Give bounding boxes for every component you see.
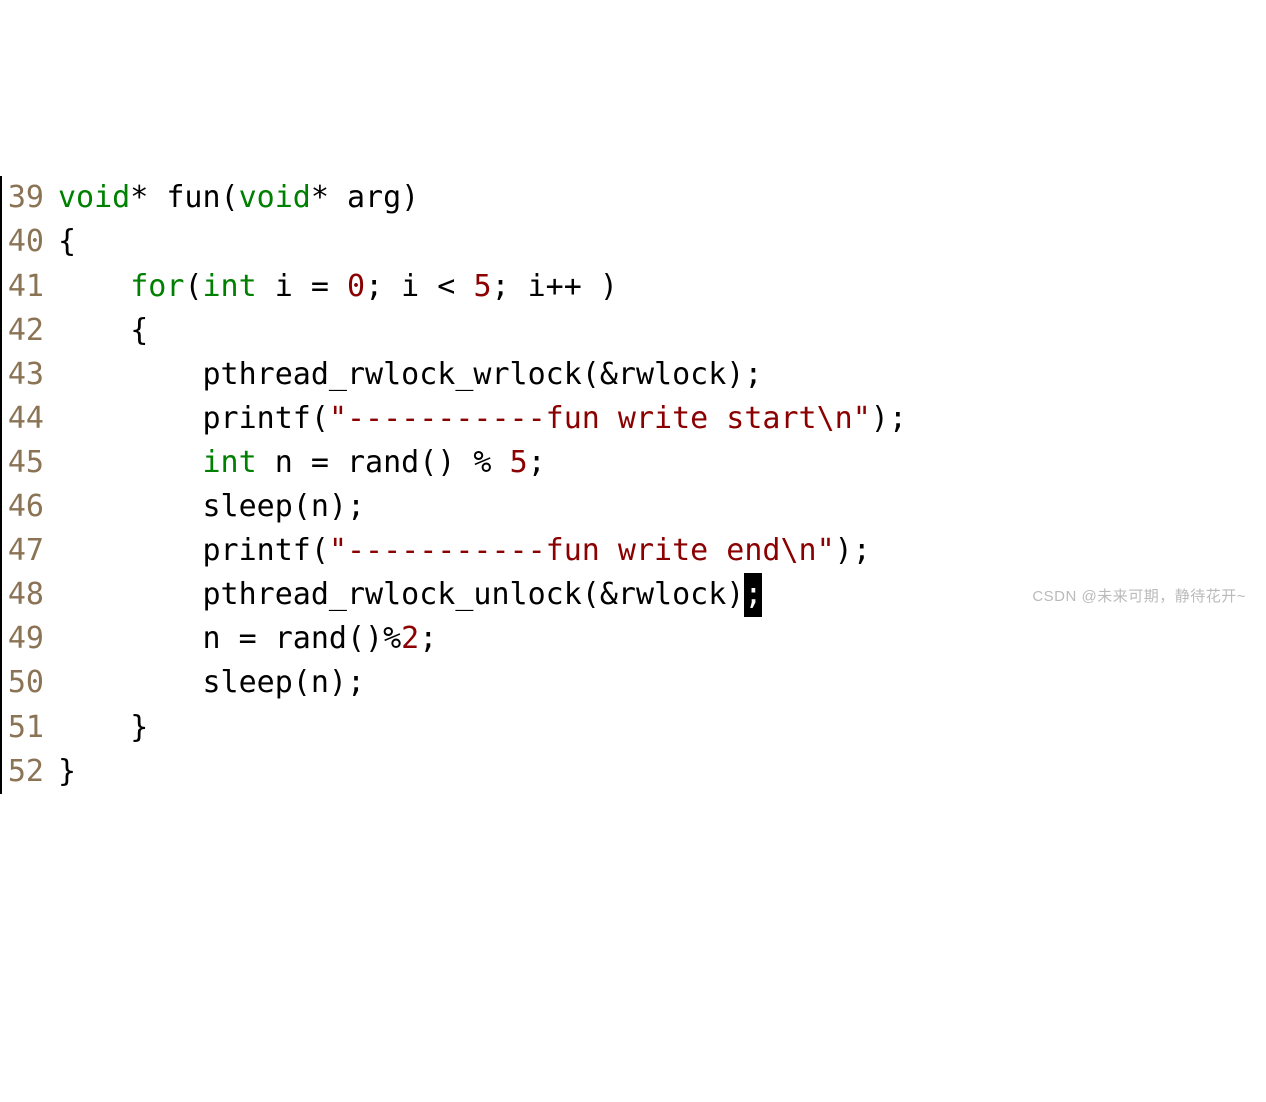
token-esc: \n [817,401,853,436]
token-num: 5 [473,269,491,304]
token-type: int [203,445,257,480]
code-content: n = rand()%2; [58,617,1266,661]
token-plain: sleep(n); [58,665,365,700]
code-line: 40{ [4,220,1266,264]
token-type: void [58,180,130,215]
code-content: printf("-----------fun write end\n"); [58,529,1266,573]
line-number: 39 [4,176,58,220]
code-line: 50 sleep(n); [4,661,1266,705]
token-plain: n = rand()% [58,621,401,656]
token-plain: pthread_rwlock_unlock(&rwlock) [58,577,744,612]
code-content: printf("-----------fun write start\n"); [58,397,1266,441]
line-number: 49 [4,617,58,661]
token-plain: { [58,224,76,259]
token-esc: \n [780,533,816,568]
token-plain: pthread_rwlock_wrlock(&rwlock); [58,357,762,392]
code-line: 49 n = rand()%2; [4,617,1266,661]
code-content: } [58,706,1266,750]
token-str: " [817,533,835,568]
token-plain: ); [835,533,871,568]
code-content: pthread_rwlock_wrlock(&rwlock); [58,353,1266,397]
token-plain: * fun( [130,180,238,215]
token-plain: ; [419,621,437,656]
token-plain: ); [871,401,907,436]
token-cursor: ; [744,573,762,617]
token-plain: * arg) [311,180,419,215]
code-line: 52} [4,750,1266,794]
token-plain: ( [184,269,202,304]
code-content: int n = rand() % 5; [58,441,1266,485]
token-plain: sleep(n); [58,489,365,524]
token-plain: ; i < [365,269,473,304]
code-line: 41 for(int i = 0; i < 5; i++ ) [4,265,1266,309]
code-line: 45 int n = rand() % 5; [4,441,1266,485]
code-content: { [58,309,1266,353]
token-plain: } [58,710,148,745]
line-number: 52 [4,750,58,794]
line-number: 48 [4,573,58,617]
code-content: sleep(n); [58,485,1266,529]
token-plain: { [58,313,148,348]
token-plain: } [58,754,76,789]
token-plain: ; [528,445,546,480]
token-kw: for [130,269,184,304]
code-line: 39void* fun(void* arg) [4,176,1266,220]
line-number: 40 [4,220,58,264]
token-str: " [853,401,871,436]
code-content: void* fun(void* arg) [58,176,1266,220]
watermark-text: CSDN @未来可期，静待花开~ [1032,586,1246,608]
line-number: 45 [4,441,58,485]
token-type: void [239,180,311,215]
token-num: 2 [401,621,419,656]
line-number: 47 [4,529,58,573]
token-plain: printf( [58,533,329,568]
token-num: 0 [347,269,365,304]
code-content: } [58,750,1266,794]
token-plain [58,269,130,304]
token-plain: ; i++ ) [492,269,618,304]
token-str: "-----------fun write start [329,401,817,436]
code-line: 46 sleep(n); [4,485,1266,529]
line-number: 41 [4,265,58,309]
code-content: for(int i = 0; i < 5; i++ ) [58,265,1266,309]
code-line: 43 pthread_rwlock_wrlock(&rwlock); [4,353,1266,397]
line-number: 46 [4,485,58,529]
token-plain: i = [257,269,347,304]
code-content: sleep(n); [58,661,1266,705]
line-number: 44 [4,397,58,441]
code-editor: 39void* fun(void* arg)40{41 for(int i = … [0,176,1266,793]
code-line: 44 printf("-----------fun write start\n"… [4,397,1266,441]
token-plain: printf( [58,401,329,436]
code-content: { [58,220,1266,264]
line-number: 43 [4,353,58,397]
code-line: 42 { [4,309,1266,353]
token-plain [58,445,203,480]
token-str: "-----------fun write end [329,533,781,568]
token-type: int [203,269,257,304]
line-number: 50 [4,661,58,705]
code-line: 51 } [4,706,1266,750]
token-plain: n = rand() % [257,445,510,480]
line-number: 42 [4,309,58,353]
line-number: 51 [4,706,58,750]
code-line: 47 printf("-----------fun write end\n"); [4,529,1266,573]
token-num: 5 [510,445,528,480]
